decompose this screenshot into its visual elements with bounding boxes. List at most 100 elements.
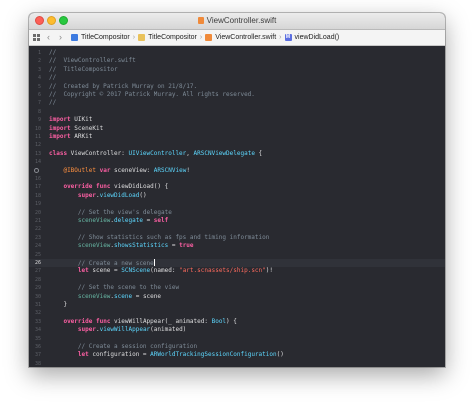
code-text: // Show statistics such as fps and timin…: [49, 234, 269, 242]
code-line[interactable]: 32: [29, 309, 445, 317]
code-line[interactable]: 19: [29, 200, 445, 208]
code-line[interactable]: 4 //: [29, 74, 445, 82]
code-line[interactable]: 6 // Copyright © 2017 Patrick Murray. All…: [29, 91, 445, 99]
back-arrow-button[interactable]: ‹: [47, 30, 50, 45]
code-line[interactable]: 22: [29, 225, 445, 233]
code-line[interactable]: 16: [29, 175, 445, 183]
code-token: scene: [114, 292, 133, 300]
code-token: let: [77, 351, 89, 359]
line-number: 25: [34, 251, 41, 258]
code-line[interactable]: 29 // Set the scene to the view: [29, 284, 445, 292]
code-text: let configuration = ARWorldTrackingSessi…: [49, 351, 284, 359]
code-line[interactable]: 14: [29, 158, 445, 166]
code-token: sceneView: [77, 242, 111, 250]
title-bar: ViewController.swift: [29, 13, 445, 30]
line-number: 19: [34, 201, 41, 208]
code-text: //: [49, 74, 56, 82]
code-text: import UIKit: [49, 116, 92, 124]
method-icon: M: [284, 34, 292, 41]
line-number: 31: [34, 302, 41, 308]
outlet-connection-icon[interactable]: [34, 167, 39, 173]
code-line[interactable]: 8: [29, 108, 445, 116]
line-number: 10: [34, 125, 41, 132]
code-line[interactable]: 1 //: [29, 49, 445, 57]
line-number: 24: [34, 243, 41, 250]
code-line[interactable]: 28: [29, 276, 445, 284]
line-number: 14: [34, 159, 41, 166]
code-line[interactable]: 10 import SceneKit: [29, 125, 445, 133]
code-line[interactable]: 2 // ViewController.swift: [29, 57, 445, 65]
code-line[interactable]: 24 sceneView.showsStatistics = true: [29, 242, 445, 250]
code-token: // Show statistics such as fps and timin…: [77, 233, 270, 241]
code-line[interactable]: 17 override func viewDidLoad() {: [29, 183, 445, 191]
code-token: =: [168, 242, 180, 250]
code-line[interactable]: 13 class ViewController: UIViewController…: [29, 150, 445, 158]
line-number: 9: [37, 117, 41, 124]
window-title-area: ViewController.swift: [29, 15, 445, 27]
source-editor[interactable]: 1 // 2 // ViewController.swift 3 // TitleComp…: [29, 46, 445, 367]
code-line[interactable]: @IBOutlet var sceneView: ARSCNView!: [29, 167, 445, 175]
breadcrumb-method[interactable]: M viewDidLoad(): [284, 30, 339, 45]
line-number: 29: [34, 285, 41, 292]
line-number: 13: [34, 150, 41, 157]
code-text: super.viewDidLoad(): [49, 192, 147, 200]
project-icon: [71, 34, 78, 41]
code-line[interactable]: 3 // TitleCompositor: [29, 66, 445, 74]
code-line[interactable]: 35: [29, 335, 445, 343]
line-number: 27: [34, 268, 41, 275]
code-line[interactable]: 34 super.viewWillAppear(animated): [29, 326, 445, 334]
line-number: 16: [34, 176, 41, 182]
code-line[interactable]: 33 override func viewWillAppear(_ animat…: [29, 318, 445, 326]
related-items-grid-icon[interactable]: [33, 34, 40, 41]
swift-file-icon: [205, 34, 213, 41]
code-line[interactable]: 9 import UIKit: [29, 116, 445, 124]
code-line[interactable]: 7 //: [29, 99, 445, 107]
code-line[interactable]: 37 let configuration = ARWorldTrackingSe…: [29, 351, 445, 359]
line-number: 4: [37, 75, 41, 82]
code-line[interactable]: 23 // Show statistics such as fps and ti…: [29, 234, 445, 242]
code-token: (named:: [150, 267, 180, 275]
code-text: sceneView.delegate = self: [49, 217, 168, 225]
breadcrumb-project[interactable]: TitleCompositor: [71, 30, 130, 45]
line-number: 21: [34, 218, 41, 224]
code-token: {: [254, 149, 263, 157]
code-token: @IBOutlet: [63, 166, 96, 174]
code-line[interactable]: 36 // Create a session configuration: [29, 343, 445, 351]
code-line[interactable]: 20 // Set the view's delegate: [29, 209, 445, 217]
code-text: super.viewWillAppear(animated): [49, 326, 186, 334]
code-text: class ViewController: UIViewController, …: [49, 150, 262, 158]
code-text: import SceneKit: [49, 125, 103, 133]
code-line[interactable]: 31 }: [29, 301, 445, 309]
code-token: ViewController:: [67, 149, 129, 157]
code-token: super: [77, 191, 96, 199]
code-token: viewDidLoad() {: [110, 183, 169, 191]
line-number: 37: [34, 352, 41, 359]
code-line[interactable]: 5 // Created by Patrick Murray on 21/8/17…: [29, 83, 445, 91]
breadcrumb-file[interactable]: ViewController.swift: [205, 30, 276, 45]
code-line[interactable]: 21 sceneView.delegate = self: [29, 217, 445, 225]
code-token: (animated): [150, 326, 187, 334]
code-line[interactable]: 38: [29, 360, 445, 367]
code-line[interactable]: 27 let scene = SCNScene(named: "art.scna…: [29, 267, 445, 275]
code-line[interactable]: 26 // Create a new scene: [29, 259, 445, 268]
breadcrumb-separator: ›: [199, 34, 203, 41]
line-number: 23: [34, 234, 41, 241]
code-line[interactable]: 18 super.viewDidLoad(): [29, 192, 445, 200]
forward-arrow-button[interactable]: ›: [59, 30, 62, 45]
code-token: ARSCNViewDelegate: [193, 149, 255, 157]
code-line[interactable]: 30 sceneView.scene = scene: [29, 293, 445, 301]
breadcrumb-folder[interactable]: TitleCompositor: [138, 30, 197, 45]
code-line[interactable]: 11 import ARKit: [29, 133, 445, 141]
code-line[interactable]: 25: [29, 251, 445, 259]
line-number: 32: [34, 310, 41, 317]
swift-file-icon: [197, 17, 204, 24]
code-token: UIViewController: [128, 149, 187, 157]
breadcrumb-folder-label: TitleCompositor: [148, 34, 197, 41]
code-token: (): [139, 191, 147, 199]
line-number: 3: [37, 66, 41, 73]
window-title: ViewController.swift: [206, 16, 277, 25]
code-line[interactable]: 12: [29, 141, 445, 149]
